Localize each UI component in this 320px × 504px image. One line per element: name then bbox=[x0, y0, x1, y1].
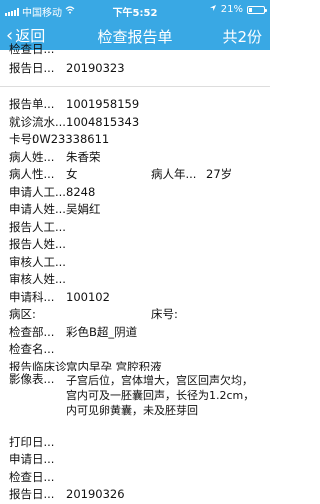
field-label: 就诊流水... bbox=[9, 114, 66, 129]
report-field-row: 申请日... bbox=[0, 451, 270, 469]
field-label: 申请日... bbox=[9, 452, 55, 466]
field-label: 病人姓... bbox=[9, 149, 55, 164]
field-value: 20190326 bbox=[66, 487, 125, 501]
field-label: 检查日... bbox=[9, 42, 55, 56]
field-value: 1001958159 bbox=[66, 97, 140, 111]
report-field-row: 报告人姓... bbox=[0, 236, 270, 254]
field-value: 朱香荣 bbox=[66, 149, 101, 164]
field-value: 宫内早孕 宫腔积液 bbox=[66, 359, 162, 371]
field-label: 报告日... bbox=[9, 61, 55, 75]
report-count-button[interactable]: 共2份 bbox=[222, 26, 262, 47]
field-label: 审核人姓... bbox=[9, 272, 66, 286]
battery-percent: 21% bbox=[220, 4, 243, 15]
report-field-row: 检查部... 彩色B超_阴道 bbox=[0, 324, 270, 342]
report-field-row: 卡号: 0W23338611 bbox=[0, 131, 270, 149]
field-label: 打印日... bbox=[9, 434, 55, 449]
field-label: 检查名... bbox=[9, 342, 55, 356]
field-label: 报告人工... bbox=[9, 219, 66, 234]
report-separator bbox=[0, 86, 270, 87]
field-value: 0W23338611 bbox=[32, 132, 110, 146]
imaging-findings-text: 子宫后位，宫体增大，宫区回声欠均，宫内可及一胚囊回声，长径为1.2cm，内可见卵… bbox=[66, 373, 255, 417]
report-field-row: 报告人工... bbox=[0, 219, 270, 237]
report-field-row: 审核人姓... bbox=[0, 271, 270, 289]
report-field-row: 审核人工... bbox=[0, 254, 270, 272]
field-label: 病人性... bbox=[9, 167, 55, 181]
report-field-row: 检查日... bbox=[0, 469, 270, 487]
report-field-row: 病区: 床号: bbox=[0, 306, 270, 324]
field-label: 申请科... bbox=[9, 289, 55, 304]
field-label: 病区: bbox=[9, 307, 36, 321]
report-field-row: 病人性... 女 病人年... 27岁 bbox=[0, 166, 270, 184]
field-value: 1004815343 bbox=[66, 114, 140, 129]
field-label: 报告日... bbox=[9, 487, 55, 501]
field-label: 影像表... bbox=[9, 371, 55, 386]
report-card-2[interactable]: 报告单... 1001958159 就诊流水... 1004815343 卡号: 0W2… bbox=[0, 96, 270, 504]
report-field-row: 病人姓... 朱香荣 bbox=[0, 149, 270, 167]
report-field-row: 申请人姓... 吴娟红 bbox=[0, 201, 270, 219]
report-field-row: 申请人工... 8248 bbox=[0, 184, 270, 202]
field-value: 女 bbox=[66, 167, 78, 181]
battery-icon bbox=[247, 5, 267, 14]
bed-label: 床号: bbox=[151, 307, 178, 321]
field-value: 8248 bbox=[66, 184, 96, 199]
field-label: 报告单... bbox=[9, 97, 55, 111]
report-field-row: 就诊流水... 1004815343 bbox=[0, 114, 270, 132]
location-icon bbox=[209, 4, 217, 15]
status-right: 21% bbox=[209, 4, 267, 15]
field-value: 彩色B超_阴道 bbox=[66, 324, 138, 339]
field-label: 检查日... bbox=[9, 469, 55, 484]
age-label: 病人年... bbox=[151, 167, 197, 181]
age-value: 27岁 bbox=[206, 167, 233, 181]
report-field-row: 打印日... bbox=[0, 434, 270, 452]
field-label: 检查部... bbox=[9, 324, 55, 339]
status-bar: 中国移动 下午5:52 21% bbox=[0, 0, 270, 20]
report-field-row: 报告日... 20190326 bbox=[0, 486, 270, 504]
battery-fill bbox=[249, 7, 252, 12]
field-label: 报告人姓... bbox=[9, 237, 66, 251]
report-field-row: 影像表... 子宫后位，宫体增大，宫区回声欠均，宫内可及一胚囊回声，长径为1.2c… bbox=[0, 371, 270, 434]
report-field-row: 报告单... 1001958159 bbox=[0, 96, 270, 114]
report-card-1[interactable]: 检查日... 报告日... 20190323 bbox=[0, 43, 270, 84]
report-field-row: 申请科... 100102 bbox=[0, 289, 270, 307]
field-label: 申请人姓... bbox=[9, 202, 66, 216]
field-value: 20190323 bbox=[66, 61, 125, 75]
field-value: 100102 bbox=[66, 289, 110, 304]
report-field-row: 报告临床诊... 宫内早孕 宫腔积液 bbox=[0, 359, 270, 371]
field-value: 吴娟红 bbox=[66, 202, 101, 216]
field-label: 审核人工... bbox=[9, 254, 66, 269]
field-label: 申请人工... bbox=[9, 184, 66, 199]
report-field-row: 检查名... bbox=[0, 341, 270, 359]
